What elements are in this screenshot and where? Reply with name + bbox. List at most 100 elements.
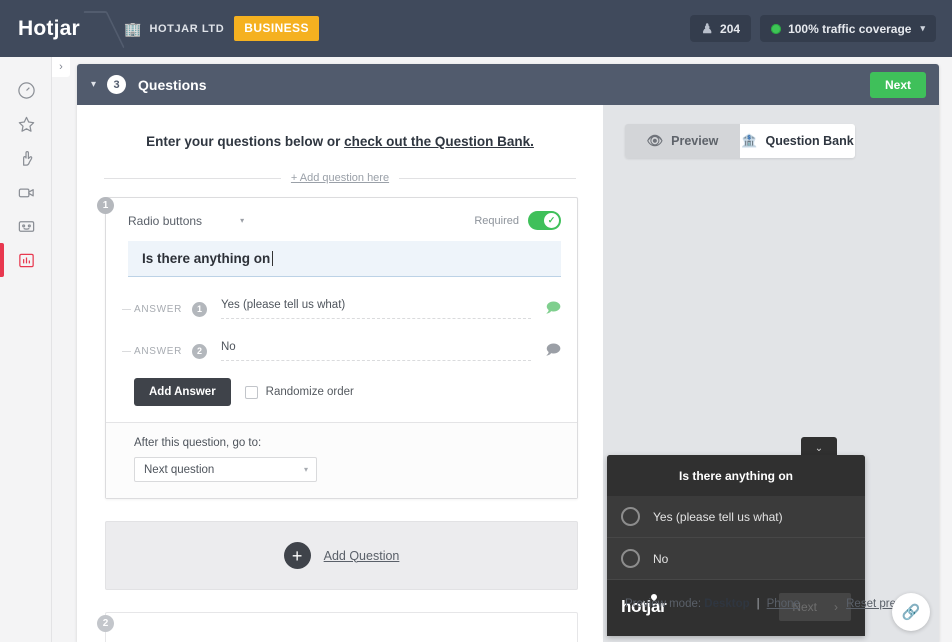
traffic-coverage-label: 100% traffic coverage — [788, 21, 912, 36]
header-actions: ♟ 204 100% traffic coverage ▾ — [690, 15, 952, 42]
add-question-here-link[interactable]: + Add question here — [291, 172, 389, 184]
plan-badge: BUSINESS — [234, 16, 319, 41]
radio-icon[interactable] — [621, 507, 640, 526]
widget-question-title: Is there anything on — [607, 455, 865, 496]
sidebar-item-favorites[interactable] — [0, 107, 52, 141]
goto-label: After this question, go to: — [134, 437, 262, 449]
question-branching: After this question, go to: Next questio… — [106, 422, 577, 498]
sidebar-item-recordings[interactable] — [0, 175, 52, 209]
question-card[interactable] — [105, 612, 578, 642]
goto-select[interactable]: Next question ▾ — [134, 457, 317, 482]
widget-option[interactable]: Yes (please tell us what) — [607, 496, 865, 538]
question-block: 1 Radio buttons ▾ Required ✓ Is there an… — [97, 197, 578, 499]
tab-question-bank-label: Question Bank — [765, 134, 854, 148]
answer-number-badge: 2 — [192, 343, 207, 359]
collapse-caret-icon[interactable]: ▾ — [91, 79, 96, 90]
preview-mode-footer: Preview mode: Desktop | Phone Reset prev… — [625, 598, 919, 610]
widget-option-label: Yes (please tell us what) — [653, 509, 783, 524]
answer-label: ANSWER — [134, 345, 183, 357]
top-header: Hotjar 🏢 HOTJAR LTD BUSINESS ♟ 204 100% … — [0, 0, 952, 57]
question-type-select[interactable]: Radio buttons ▾ — [128, 214, 244, 228]
question-editor-pane: Enter your questions below or check out … — [77, 105, 603, 642]
answer-label: ANSWER — [134, 303, 183, 315]
chevron-down-icon: ▾ — [240, 216, 245, 225]
question-type-row: Radio buttons ▾ Required ✓ — [128, 211, 561, 230]
funnels-icon — [17, 217, 36, 236]
sidebar-item-heatmaps[interactable] — [0, 141, 52, 175]
required-toggle-group[interactable]: Required ✓ — [474, 211, 561, 230]
randomize-order-group[interactable]: Randomize order — [244, 385, 354, 399]
answers-list: ANSWER 1 Yes (please tell us what) 🗩 ANS… — [106, 277, 577, 372]
answer-input[interactable]: Yes (please tell us what) — [221, 299, 531, 319]
answer-row: ANSWER 2 No 🗩 — [122, 330, 561, 372]
add-question-here-divider: + Add question here — [104, 172, 577, 184]
sidebar-expand-button[interactable]: › — [52, 57, 70, 77]
randomize-order-checkbox[interactable] — [244, 385, 258, 399]
question-type-label: Radio buttons — [128, 213, 203, 228]
star-icon — [17, 115, 36, 134]
brand-logo[interactable]: Hotjar — [0, 17, 92, 41]
organization-breadcrumb[interactable]: 🏢 HOTJAR LTD — [124, 22, 224, 36]
text-cursor — [272, 251, 274, 266]
next-button[interactable]: Next — [869, 71, 926, 98]
answer-actions: Add Answer Randomize order — [106, 372, 577, 422]
answer-input[interactable]: No — [221, 341, 531, 361]
add-answer-button[interactable]: Add Answer — [134, 378, 231, 406]
divider-line-right — [399, 177, 577, 179]
preview-tabs: 👁 Preview 🏦 Question Bank — [625, 124, 855, 158]
question-card-top: Radio buttons ▾ Required ✓ Is there anyt… — [106, 198, 577, 277]
answer-row: ANSWER 1 Yes (please tell us what) 🗩 — [122, 288, 561, 330]
comment-icon[interactable]: 🗩 — [531, 339, 561, 363]
tab-preview[interactable]: 👁 Preview — [625, 124, 740, 158]
add-question-link[interactable]: Add Question — [324, 549, 400, 563]
comment-icon[interactable]: 🗩 — [531, 297, 561, 321]
eye-icon: 👁 — [646, 133, 664, 148]
dashboard-icon — [17, 81, 36, 100]
step-title: Questions — [138, 76, 207, 93]
question-number-badge: 2 — [97, 615, 114, 632]
plus-icon: + — [283, 542, 311, 569]
preview-mode-label: Preview mode: — [625, 598, 702, 610]
chevron-down-icon: ▾ — [920, 23, 925, 33]
editor-intro: Enter your questions below or check out … — [77, 105, 603, 149]
building-icon: 🏢 — [124, 20, 142, 37]
required-toggle[interactable]: ✓ — [528, 211, 561, 230]
sidebar-item-funnels[interactable] — [0, 209, 52, 243]
radio-icon[interactable] — [621, 549, 640, 568]
question-text-value: Is there anything on — [142, 251, 271, 266]
preview-mode-separator: | — [756, 598, 760, 610]
check-icon: ✓ — [544, 213, 559, 228]
traffic-coverage-dropdown[interactable]: 100% traffic coverage ▾ — [760, 15, 936, 42]
users-icon: ♟ — [701, 20, 714, 36]
status-dot-icon — [771, 23, 782, 34]
randomize-order-label: Randomize order — [265, 386, 354, 398]
link-icon[interactable]: 🔗 — [892, 593, 930, 631]
editor-split: Enter your questions below or check out … — [77, 105, 939, 642]
brand-separator — [92, 0, 114, 57]
sidebar-item-dashboard[interactable] — [0, 73, 52, 107]
widget-option[interactable]: No — [607, 538, 865, 580]
users-count-pill[interactable]: ♟ 204 — [690, 15, 752, 42]
add-question-block[interactable]: + Add Question — [105, 521, 578, 590]
required-label: Required — [474, 214, 519, 227]
main-canvas: ▾ 3 Questions Next Enter your questions … — [77, 64, 939, 642]
question-number-badge: 1 — [97, 197, 114, 214]
surveys-icon — [17, 251, 36, 270]
question-bank-link[interactable]: check out the Question Bank. — [344, 134, 534, 149]
heatmap-icon — [17, 149, 36, 168]
sidebar-item-surveys[interactable] — [0, 243, 52, 277]
preview-mode-desktop[interactable]: Desktop — [704, 598, 749, 610]
chevron-down-icon: ▾ — [303, 465, 308, 474]
step-header: ▾ 3 Questions Next — [77, 64, 939, 105]
widget-option-label: No — [653, 551, 669, 566]
left-sidebar: › — [0, 57, 70, 642]
question-block: 2 — [97, 612, 578, 642]
question-text-input[interactable]: Is there anything on — [128, 241, 561, 277]
organization-name: HOTJAR LTD — [149, 22, 225, 35]
divider-line-left — [104, 177, 281, 179]
answer-number-badge: 1 — [192, 301, 207, 317]
step-number-badge: 3 — [107, 75, 127, 94]
preview-mode-phone[interactable]: Phone — [767, 598, 800, 610]
tab-question-bank[interactable]: 🏦 Question Bank — [740, 124, 855, 158]
goto-selected-value: Next question — [144, 463, 215, 476]
